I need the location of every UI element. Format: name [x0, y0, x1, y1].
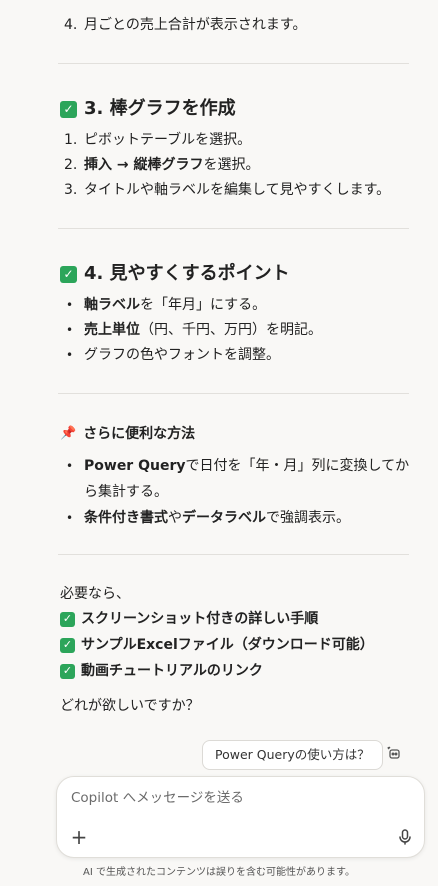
list-text: Power Queryで日付を「年・月」列に変換してか [84, 456, 409, 476]
bold-text: 条件付き書式 [84, 510, 168, 526]
check-box-icon: ✓ [60, 265, 77, 283]
option-text: 動画チュートリアルのリンク [81, 663, 263, 679]
bullet-icon: • [66, 298, 74, 312]
offer-intro: 必要なら、 [60, 586, 130, 602]
list-text: 売上単位（円、千円、万円）を明記。 [84, 320, 322, 340]
list-text: タイトルや軸ラベルを編集して見やすくします。 [84, 182, 391, 198]
option-item: ✓ スクリーンショット付きの詳しい手順 [60, 609, 318, 629]
check-box-icon: ✓ [60, 663, 75, 679]
section-heading: ✓ 3. 棒グラフを作成 [60, 97, 236, 121]
plain-text: や [168, 510, 182, 526]
option-item: ✓ 動画チュートリアルのリンク [60, 661, 263, 681]
divider [58, 228, 409, 229]
bullet-icon: • [66, 323, 74, 337]
list-number: 4. [64, 17, 78, 33]
tips-heading: 📌 さらに便利な方法 [60, 424, 195, 444]
divider [58, 554, 409, 555]
list-text: 挿入 → 縦棒グラフを選択。 [84, 155, 259, 175]
tips-title: さらに便利な方法 [83, 426, 196, 442]
list-text: 月ごとの売上合計が表示されます。 [84, 17, 307, 33]
message-input[interactable] [71, 787, 401, 809]
plain-text: を選択。 [203, 157, 260, 173]
pushpin-icon: 📌 [60, 426, 77, 441]
plain-text: ら集計する。 [84, 484, 168, 500]
microphone-icon[interactable] [395, 827, 415, 847]
bold-text: 軸ラベル [84, 297, 140, 313]
list-text: グラフの色やフォントを調整。 [84, 347, 280, 363]
plus-icon[interactable]: + [69, 827, 89, 847]
ai-disclaimer: AI で生成されたコンテンツは誤りを含む可能性があります。 [83, 867, 355, 878]
plain-text: を「年月」にする。 [140, 297, 267, 313]
plain-text: （円、千円、万円）を明記。 [140, 322, 322, 338]
bold-text: データラベル [182, 510, 266, 526]
bold-text: Power Query [84, 458, 186, 474]
divider [58, 393, 409, 394]
option-text: サンプルExcelファイル（ダウンロード可能） [81, 637, 374, 653]
message-composer: + [56, 776, 425, 858]
check-box-icon: ✓ [60, 637, 75, 653]
section-heading: ✓ 4. 見やすくするポイント [60, 262, 290, 286]
plain-text: で日付を「年・月」列に変換してか [185, 458, 410, 474]
list-number: 2. [64, 157, 78, 173]
offer-question: どれが欲しいですか？ [60, 698, 200, 714]
bullet-icon: • [66, 511, 74, 525]
bold-text: 売上単位 [84, 322, 140, 338]
bold-text: 挿入 → 縦棒グラフ [84, 157, 204, 173]
section-title: 3. 棒グラフを作成 [84, 98, 236, 119]
list-text: ピボットテーブルを選択。 [84, 132, 252, 148]
plain-text: で強調表示。 [266, 510, 350, 526]
divider [58, 63, 409, 64]
option-text: スクリーンショット付きの詳しい手順 [81, 611, 319, 627]
list-text: 条件付き書式やデータラベルで強調表示。 [84, 508, 350, 528]
sparkle-icon[interactable] [384, 744, 404, 764]
suggestion-chip[interactable]: Power Queryの使い方は？ [202, 740, 383, 770]
list-number: 1. [64, 132, 78, 148]
list-number: 3. [64, 182, 78, 198]
list-text: 軸ラベルを「年月」にする。 [84, 295, 266, 315]
option-item: ✓ サンプルExcelファイル（ダウンロード可能） [60, 635, 374, 655]
check-box-icon: ✓ [60, 100, 77, 118]
check-box-icon: ✓ [60, 611, 75, 627]
section-title: 4. 見やすくするポイント [84, 263, 290, 284]
bullet-icon: • [66, 459, 74, 473]
bullet-icon: • [66, 348, 74, 362]
